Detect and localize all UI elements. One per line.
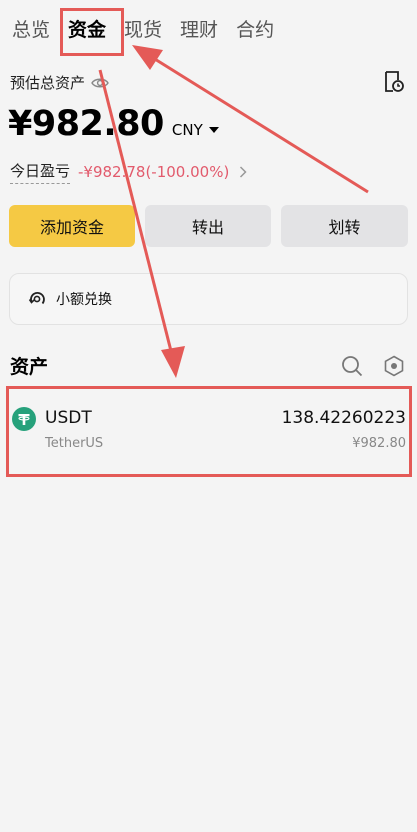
top-tab-bar: 总览 资金 现货 理财 合约 (0, 0, 417, 56)
asset-amount: 138.42260223 (281, 408, 406, 428)
transfer-button[interactable]: 划转 (281, 205, 408, 247)
total-balance: ¥982.80 CNY (8, 104, 219, 144)
asset-name: TetherUS (45, 436, 104, 451)
add-funds-button[interactable]: 添加资金 (9, 205, 135, 247)
pnl-label: 今日盈亏 (10, 160, 71, 184)
small-convert-label: 小额兑换 (56, 292, 112, 308)
search-icon[interactable] (341, 355, 363, 377)
settings-icon[interactable] (383, 355, 405, 377)
history-icon[interactable] (383, 70, 405, 94)
estimated-total-label: 预估总资产 (10, 74, 86, 92)
asset-row-usdt[interactable]: USDT TetherUS 138.42260223 ¥982.80 (6, 386, 412, 477)
convert-icon (28, 292, 45, 305)
today-pnl-row[interactable]: 今日盈亏 -¥982.78(-100.00%) (10, 160, 247, 184)
small-convert-card[interactable]: 小额兑换 (9, 273, 408, 325)
balance-value: ¥982.80 (8, 104, 164, 144)
tab-spot[interactable]: 现货 (124, 15, 162, 42)
tab-overview[interactable]: 总览 (12, 15, 50, 42)
eye-icon[interactable] (91, 76, 109, 90)
asset-symbol: USDT (45, 408, 92, 428)
tether-icon (12, 407, 36, 431)
assets-title: 资产 (10, 356, 49, 378)
tab-funding[interactable]: 资金 (68, 15, 106, 42)
tab-earn[interactable]: 理财 (180, 15, 218, 42)
currency-selector[interactable]: CNY (172, 121, 219, 139)
asset-value: ¥982.80 (352, 436, 406, 451)
tab-futures[interactable]: 合约 (236, 15, 274, 42)
pnl-value: -¥982.78(-100.00%) (78, 163, 230, 181)
caret-down-icon (208, 127, 219, 133)
estimated-total-row: 预估总资产 (10, 72, 109, 93)
withdraw-button[interactable]: 转出 (145, 205, 271, 247)
chevron-right-icon (240, 166, 247, 178)
currency-label: CNY (171, 121, 203, 139)
